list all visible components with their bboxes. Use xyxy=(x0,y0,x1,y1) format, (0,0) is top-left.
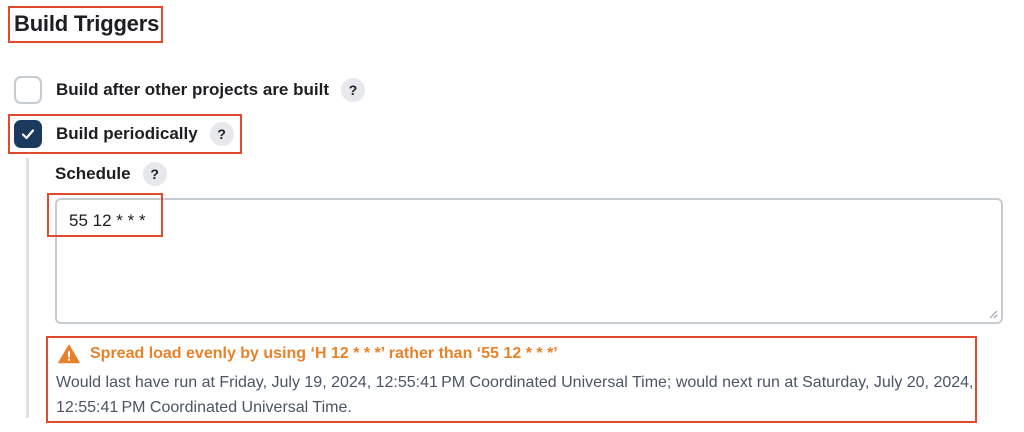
schedule-textarea[interactable]: 55 12 * * * xyxy=(55,198,1003,324)
trigger-label: Build periodically xyxy=(56,124,198,143)
trigger-build-after-other-projects[interactable]: Build after other projects are built ? xyxy=(14,76,365,104)
trigger-label: Build after other projects are built xyxy=(56,80,329,99)
schedule-label-row: Schedule ? xyxy=(55,162,167,186)
schedule-info-text: Would last have run at Friday, July 19, … xyxy=(56,374,974,416)
checkmark-icon xyxy=(21,129,35,140)
section-title: Build Triggers xyxy=(14,11,160,36)
warning-message: Spread load evenly by using ‘H 12 * * *’… xyxy=(58,344,558,364)
help-icon[interactable]: ? xyxy=(142,162,167,186)
checkbox-build-after-other-projects[interactable] xyxy=(14,76,42,104)
nested-section-rule xyxy=(26,158,29,418)
resize-grip-icon[interactable] xyxy=(988,309,998,319)
schedule-label: Schedule xyxy=(55,164,131,183)
help-icon[interactable]: ? xyxy=(341,78,365,102)
build-triggers-section: Build Triggers Build after other project… xyxy=(0,0,1024,432)
warning-icon xyxy=(58,344,80,364)
help-icon[interactable]: ? xyxy=(209,122,234,146)
warning-text: Spread load evenly by using ‘H 12 * * *’… xyxy=(90,345,558,362)
checkbox-build-periodically[interactable] xyxy=(14,120,42,148)
highlight-schedule-value xyxy=(47,193,163,237)
trigger-build-periodically[interactable]: Build periodically ? xyxy=(14,120,234,148)
